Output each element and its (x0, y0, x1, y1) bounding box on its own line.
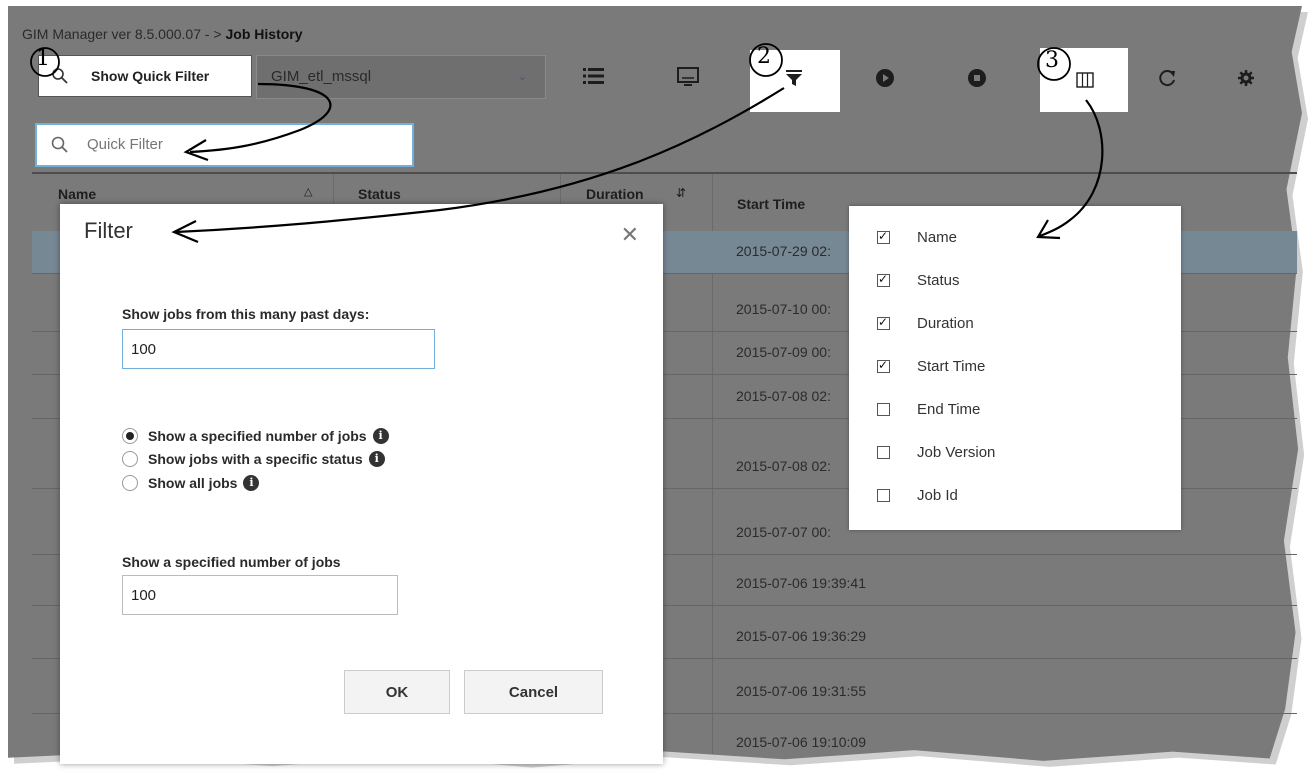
annotation-arrows (30, 43, 1104, 244)
callout-number: 3 (1045, 48, 1059, 73)
callout-number: 1 (36, 46, 50, 71)
callout-number: 2 (757, 44, 771, 69)
